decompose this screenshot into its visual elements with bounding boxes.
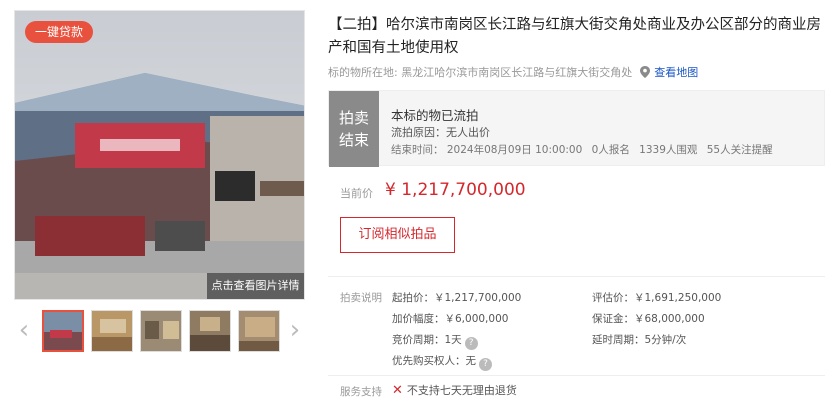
status-info-row: 结束时间： 2024年08月09日 10:00:00 0人报名 1339人围观 … xyxy=(391,142,779,157)
divider xyxy=(328,276,825,277)
loan-badge[interactable]: 一键贷款 xyxy=(25,21,94,43)
location-label: 标的物所在地: xyxy=(328,66,398,79)
end-time-label: 结束时间： xyxy=(391,144,444,156)
view-map-link[interactable]: 查看地图 xyxy=(654,66,698,79)
building-photo xyxy=(15,11,304,299)
end-time: 2024年08月09日 10:00:00 xyxy=(446,144,583,156)
delay-period: 延时周期：5分钟/次 xyxy=(592,334,687,346)
auction-info-label: 拍卖说明 xyxy=(340,292,382,304)
current-price-label: 当前价 xyxy=(340,187,373,200)
appraisal-price: 评估价：￥1,691,250,000 xyxy=(592,292,722,304)
signup-count: 0人报名 xyxy=(591,144,630,156)
current-price-value: ¥ 1,217,700,000 xyxy=(385,180,526,200)
bid-period-row: 竞价周期：1天? xyxy=(392,332,478,350)
item-title: 【二拍】哈尔滨市南岗区长江路与红旗大街交角处商业及办公区部分的商业房产和国有土地… xyxy=(328,17,821,56)
location-row: 标的物所在地: 黑龙江哈尔滨市南岗区长江路与红旗大街交角处 查看地图 xyxy=(328,64,698,80)
status-tag-line1: 拍卖 xyxy=(338,109,369,127)
location-value: 黑龙江哈尔滨市南岗区长江路与红旗大街交角处 xyxy=(401,66,633,79)
thumbnail-strip: ‹ › xyxy=(14,308,305,354)
auction-ended-tag: 拍卖 结束 xyxy=(329,91,379,167)
auction-status-panel: 拍卖 结束 本标的物已流拍 流拍原因：无人出价 结束时间： 2024年08月09… xyxy=(328,90,825,167)
service-label: 服务支持 xyxy=(340,386,382,398)
map-pin-icon xyxy=(639,66,650,78)
priority-buyer: 优先购买权人：无 xyxy=(392,355,476,367)
priority-row: 优先购买权人：无? xyxy=(392,353,492,371)
subscribe-similar-button[interactable]: 订阅相似拍品 xyxy=(340,217,455,253)
prev-arrow-icon[interactable]: ‹ xyxy=(14,316,34,346)
photo-detail-button[interactable]: 点击查看图片详情 xyxy=(207,273,304,299)
main-photo[interactable]: 一键贷款 点击查看图片详情 xyxy=(14,10,305,300)
next-arrow-icon[interactable]: › xyxy=(285,316,305,346)
divider xyxy=(328,375,825,376)
start-price: 起拍价：￥1,217,700,000 xyxy=(392,292,522,304)
thumbnail-3[interactable] xyxy=(140,310,182,352)
status-tag-line2: 结束 xyxy=(338,131,369,149)
service-text: 不支持七天无理由退货 xyxy=(406,384,517,397)
thumbnail-4[interactable] xyxy=(189,310,231,352)
help-icon[interactable]: ? xyxy=(479,358,492,371)
view-count: 1339人围观 xyxy=(639,144,698,156)
thumbnail-1[interactable] xyxy=(42,310,84,352)
thumbnail-2[interactable] xyxy=(91,310,133,352)
service-item: ✕ 不支持七天无理由退货 xyxy=(392,382,517,398)
reminder-count: 55人关注提醒 xyxy=(706,144,773,156)
bid-period: 竞价周期：1天 xyxy=(392,334,462,346)
help-icon[interactable]: ? xyxy=(464,337,478,350)
status-title: 本标的物已流拍 xyxy=(391,108,479,123)
cross-icon: ✕ xyxy=(392,383,403,398)
deposit: 保证金：￥68,000,000 xyxy=(592,313,705,325)
thumbnail-5[interactable] xyxy=(238,310,280,352)
bid-increment: 加价幅度：￥6,000,000 xyxy=(392,313,509,325)
status-reason: 流拍原因：无人出价 xyxy=(391,126,490,139)
